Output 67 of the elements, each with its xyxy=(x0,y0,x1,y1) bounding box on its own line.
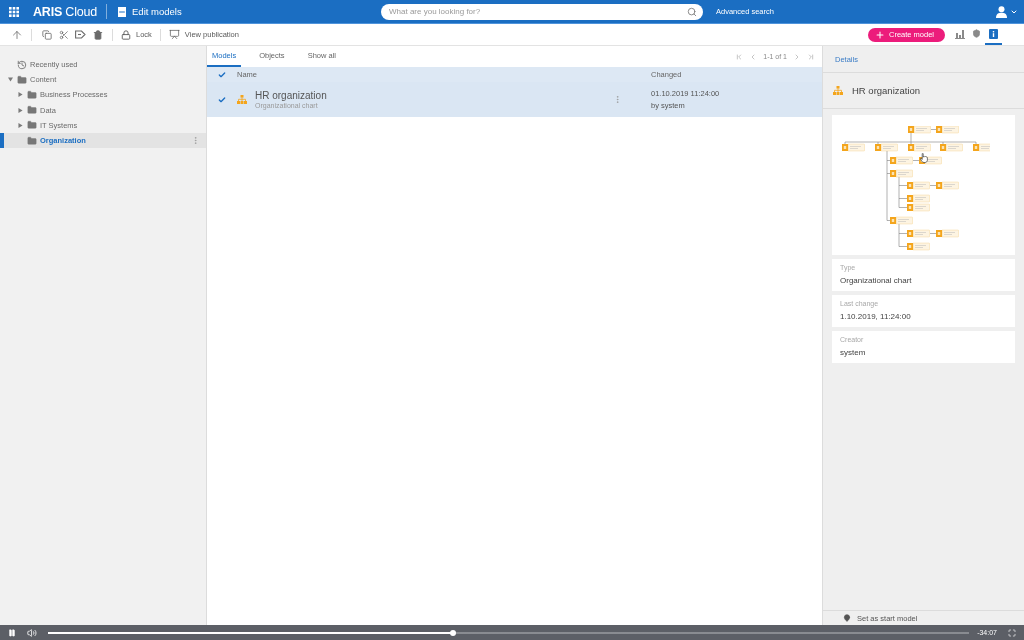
org-chart-node xyxy=(936,229,959,238)
org-chart-node xyxy=(940,143,963,152)
arrow-up-icon[interactable] xyxy=(10,28,23,41)
org-chart-icon xyxy=(833,86,843,95)
org-chart-node xyxy=(907,242,930,251)
connector-line xyxy=(898,223,908,247)
org-chart-node xyxy=(875,143,898,152)
folder-icon xyxy=(17,74,27,85)
connector-line xyxy=(929,233,937,234)
caret-icon[interactable] xyxy=(18,107,23,113)
search-icon[interactable] xyxy=(687,6,697,17)
caret-icon[interactable] xyxy=(8,77,13,83)
shield-icon xyxy=(972,29,981,38)
org-chart-node xyxy=(907,194,930,203)
model-name: HR organization xyxy=(255,90,327,101)
presentation-icon xyxy=(168,29,180,40)
trash-icon[interactable] xyxy=(92,29,103,40)
search-field[interactable]: What are you looking for? xyxy=(381,3,703,20)
property-value: 1.10.2019, 11:24:00 xyxy=(840,312,912,321)
lock-icon xyxy=(121,29,131,40)
connector-line xyxy=(930,129,937,130)
property-value: Organizational chart xyxy=(840,276,913,285)
caret-icon[interactable] xyxy=(18,122,23,128)
hand-cursor-icon xyxy=(920,153,928,163)
folder-icon xyxy=(27,120,37,131)
volume-icon[interactable] xyxy=(27,627,37,638)
pause-icon[interactable] xyxy=(8,628,16,637)
org-chart-icon xyxy=(237,95,247,104)
clock-icon xyxy=(17,59,27,70)
folder-icon xyxy=(27,105,37,116)
document-icon xyxy=(118,6,126,17)
org-chart-node xyxy=(908,126,931,134)
scissors-icon[interactable] xyxy=(58,29,69,40)
org-chart-node xyxy=(890,156,913,165)
bar-chart-icon xyxy=(954,28,965,39)
org-chart-node xyxy=(890,169,913,178)
org-chart-node xyxy=(936,126,959,134)
plus-icon xyxy=(874,29,885,40)
folder-icon xyxy=(27,135,37,146)
folder-icon xyxy=(27,89,37,100)
org-chart-node xyxy=(842,143,865,152)
connector-line xyxy=(886,150,891,221)
app-logo: ARIS Cloud xyxy=(33,4,97,19)
pin-icon xyxy=(843,614,851,622)
fullscreen-icon[interactable] xyxy=(1008,628,1016,637)
page-title: Edit models xyxy=(132,6,182,17)
connector-line xyxy=(929,185,937,186)
org-chart-node xyxy=(908,143,931,152)
org-chart-node xyxy=(973,143,990,152)
details-title: HR organization xyxy=(852,85,921,96)
tag-icon[interactable] xyxy=(75,30,86,39)
org-chart-node xyxy=(907,203,930,212)
org-chart-node xyxy=(936,181,959,190)
progress-thumb[interactable] xyxy=(450,629,457,636)
connector-line xyxy=(912,160,920,161)
check-icon[interactable] xyxy=(218,95,226,104)
org-chart-node xyxy=(890,216,913,225)
org-chart-node xyxy=(907,229,930,238)
info-icon xyxy=(989,28,998,39)
app-grid-icon[interactable] xyxy=(9,6,19,17)
check-icon[interactable] xyxy=(218,70,226,79)
copy-icon[interactable] xyxy=(41,29,52,40)
caret-icon[interactable] xyxy=(18,92,23,98)
property-value: system xyxy=(840,348,867,357)
user-icon[interactable] xyxy=(996,5,1007,18)
connector-line xyxy=(898,176,908,208)
org-chart-node xyxy=(907,181,930,190)
